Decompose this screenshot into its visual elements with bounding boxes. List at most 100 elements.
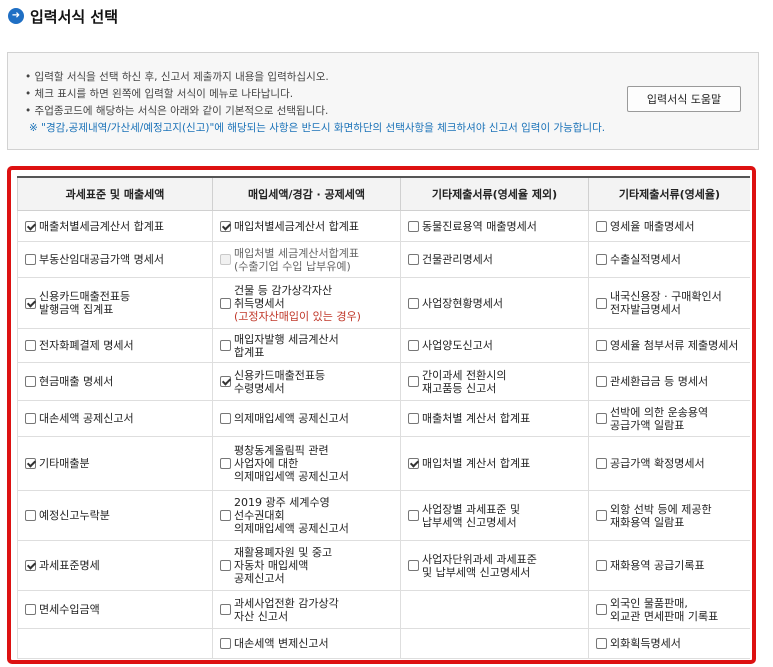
header-tax-base: 과세표준 및 매출세액 [17,176,213,211]
form-option[interactable]: 2019 광주 세계수영 선수권대회 의제매입세액 공제신고서 [220,496,400,535]
form-option-label: 사업양도신고서 [422,339,493,352]
form-checkbox[interactable] [596,510,607,521]
form-checkbox[interactable] [596,638,607,649]
form-checkbox[interactable] [220,297,231,309]
form-option-label: 공급가액 확정명세서 [610,457,705,470]
table-cell: 신용카드매출전표등 발행금액 집계표 [17,277,213,329]
form-checkbox[interactable] [25,220,36,232]
table-cell: 기타매출분 [17,436,213,491]
form-checkbox[interactable] [25,340,36,351]
form-checkbox[interactable] [220,376,231,387]
table-header-row: 과세표준 및 매출세액 매입세액/경감 · 공제세액 기타제출서류(영세율 제외… [17,176,750,211]
form-option[interactable]: 매출처별 계산서 합계표 [408,412,588,425]
table-cell: 평창동계올림픽 관련 사업자에 대한 의제매입세액 공제신고서 [212,436,401,491]
form-checkbox[interactable] [408,297,419,309]
form-option[interactable]: 사업자단위과세 과세표준 및 납부세액 신고명세서 [408,553,588,579]
form-option[interactable]: 의제매입세액 공제신고서 [220,412,400,425]
form-checkbox[interactable] [408,510,419,521]
form-checkbox[interactable] [596,376,607,387]
form-option[interactable]: 매입자발행 세금계산서 합계표 [220,333,400,359]
form-option[interactable]: 동물진료용역 매출명세서 [408,220,588,233]
form-option-label: 과세사업전환 감가상각 자산 신고서 [234,596,339,623]
table-cell: 선박에 의한 운송용역 공급가액 일람표 [588,400,750,437]
form-checkbox[interactable] [220,458,231,469]
form-option[interactable]: 과세표준명세 [25,559,212,572]
form-checkbox[interactable] [25,254,36,265]
form-checkbox[interactable] [596,413,607,424]
form-checkbox[interactable] [596,560,607,571]
form-checkbox[interactable] [408,254,419,265]
form-option[interactable]: 영세율 첨부서류 제출명세서 [596,339,750,352]
form-checkbox[interactable] [408,340,419,351]
form-option[interactable]: 사업장현황명세서 [408,297,588,310]
form-option-label: 의제매입세액 공제신고서 [234,412,349,425]
form-option-label: 동물진료용역 매출명세서 [422,219,537,233]
form-option[interactable]: 건물 등 감가상각자산 취득명세서 (고정자산매입이 있는 경우) [220,284,400,323]
form-checkbox[interactable] [220,340,231,351]
form-option[interactable]: 매입처별 계산서 합계표 [408,457,588,470]
form-option[interactable]: 외화획득명세서 [596,637,750,650]
form-option[interactable]: 사업장별 과세표준 및 납부세액 신고명세서 [408,503,588,529]
form-option[interactable]: 재활용폐자원 및 중고 자동차 매입세액 공제신고서 [220,546,400,585]
form-option[interactable]: 현금매출 명세서 [25,375,212,388]
form-checkbox[interactable] [220,638,231,649]
form-checkbox[interactable] [408,560,419,571]
form-help-button[interactable]: 입력서식 도움말 [627,86,741,112]
form-option[interactable]: 수출실적명세서 [596,253,750,266]
form-option[interactable]: 전자화폐결제 명세서 [25,339,212,352]
form-checkbox[interactable] [25,458,36,469]
form-option[interactable]: 매출처별세금계산서 합계표 [25,220,212,233]
form-checkbox[interactable] [596,254,607,265]
form-option[interactable]: 면세수입금액 [25,603,212,616]
form-option[interactable]: 사업양도신고서 [408,339,588,352]
form-option-label: 예정신고누락분 [39,509,110,522]
form-option[interactable]: 대손세액 변제신고서 [220,637,400,650]
form-option[interactable]: 내국신용장 · 구매확인서 전자발급명세서 [596,290,750,316]
form-option[interactable]: 매입처별세금계산서 합계표 [220,220,400,233]
form-option[interactable]: 공급가액 확정명세서 [596,457,750,470]
form-option[interactable]: 평창동계올림픽 관련 사업자에 대한 의제매입세액 공제신고서 [220,444,400,483]
form-checkbox[interactable] [596,297,607,309]
form-checkbox[interactable] [596,604,607,615]
form-checkbox[interactable] [25,560,36,571]
form-option[interactable]: 관세환급금 등 명세서 [596,375,750,388]
form-option[interactable]: 기타매출분 [25,457,212,470]
form-checkbox[interactable] [408,220,419,232]
form-option[interactable]: 대손세액 공제신고서 [25,412,212,425]
form-option[interactable]: 영세율 매출명세서 [596,220,750,233]
form-checkbox[interactable] [408,413,419,424]
form-option[interactable]: 재화용역 공급기록표 [596,559,750,572]
form-checkbox[interactable] [408,376,419,387]
form-checkbox[interactable] [220,560,231,571]
table-cell: 외화획득명세서 [588,628,750,659]
form-option[interactable]: 예정신고누락분 [25,509,212,522]
form-checkbox[interactable] [25,413,36,424]
form-checkbox[interactable] [220,413,231,424]
form-checkbox[interactable] [25,297,36,309]
form-option-label: 건물관리명세서 [422,253,493,266]
form-checkbox[interactable] [220,510,231,521]
form-checkbox[interactable] [596,340,607,351]
page-title: 입력서식 선택 [30,7,119,26]
form-option[interactable]: 선박에 의한 운송용역 공급가액 일람표 [596,406,750,432]
form-checkbox[interactable] [596,220,607,232]
form-checkbox[interactable] [408,458,419,469]
form-option-label: 매출처별 계산서 합계표 [422,412,531,425]
table-cell: 재화용역 공급기록표 [588,540,750,591]
form-checkbox[interactable] [596,458,607,469]
form-checkbox[interactable] [25,510,36,521]
form-checkbox[interactable] [220,220,231,232]
form-option[interactable]: 신용카드매출전표등 수령명세서 [220,369,400,395]
table-row: 면세수입금액 과세사업전환 감가상각 자산 신고서 외국인 물품판매, 외교관 면세판매… [17,590,750,629]
form-option[interactable]: 간이과세 전환시의 재고품등 신고서 [408,369,588,395]
form-checkbox[interactable] [25,376,36,387]
form-option[interactable]: 신용카드매출전표등 발행금액 집계표 [25,290,212,316]
form-option[interactable]: 건물관리명세서 [408,253,588,266]
form-checkbox[interactable] [220,604,231,615]
form-option[interactable]: 과세사업전환 감가상각 자산 신고서 [220,597,400,623]
form-option[interactable]: 부동산임대공급가액 명세서 [25,253,212,266]
form-option[interactable]: 외항 선박 등에 제공한 재화용역 일람표 [596,503,750,529]
form-option[interactable]: 외국인 물품판매, 외교관 면세판매 기록표 [596,597,750,623]
table-cell [400,628,589,659]
form-checkbox[interactable] [25,604,36,615]
